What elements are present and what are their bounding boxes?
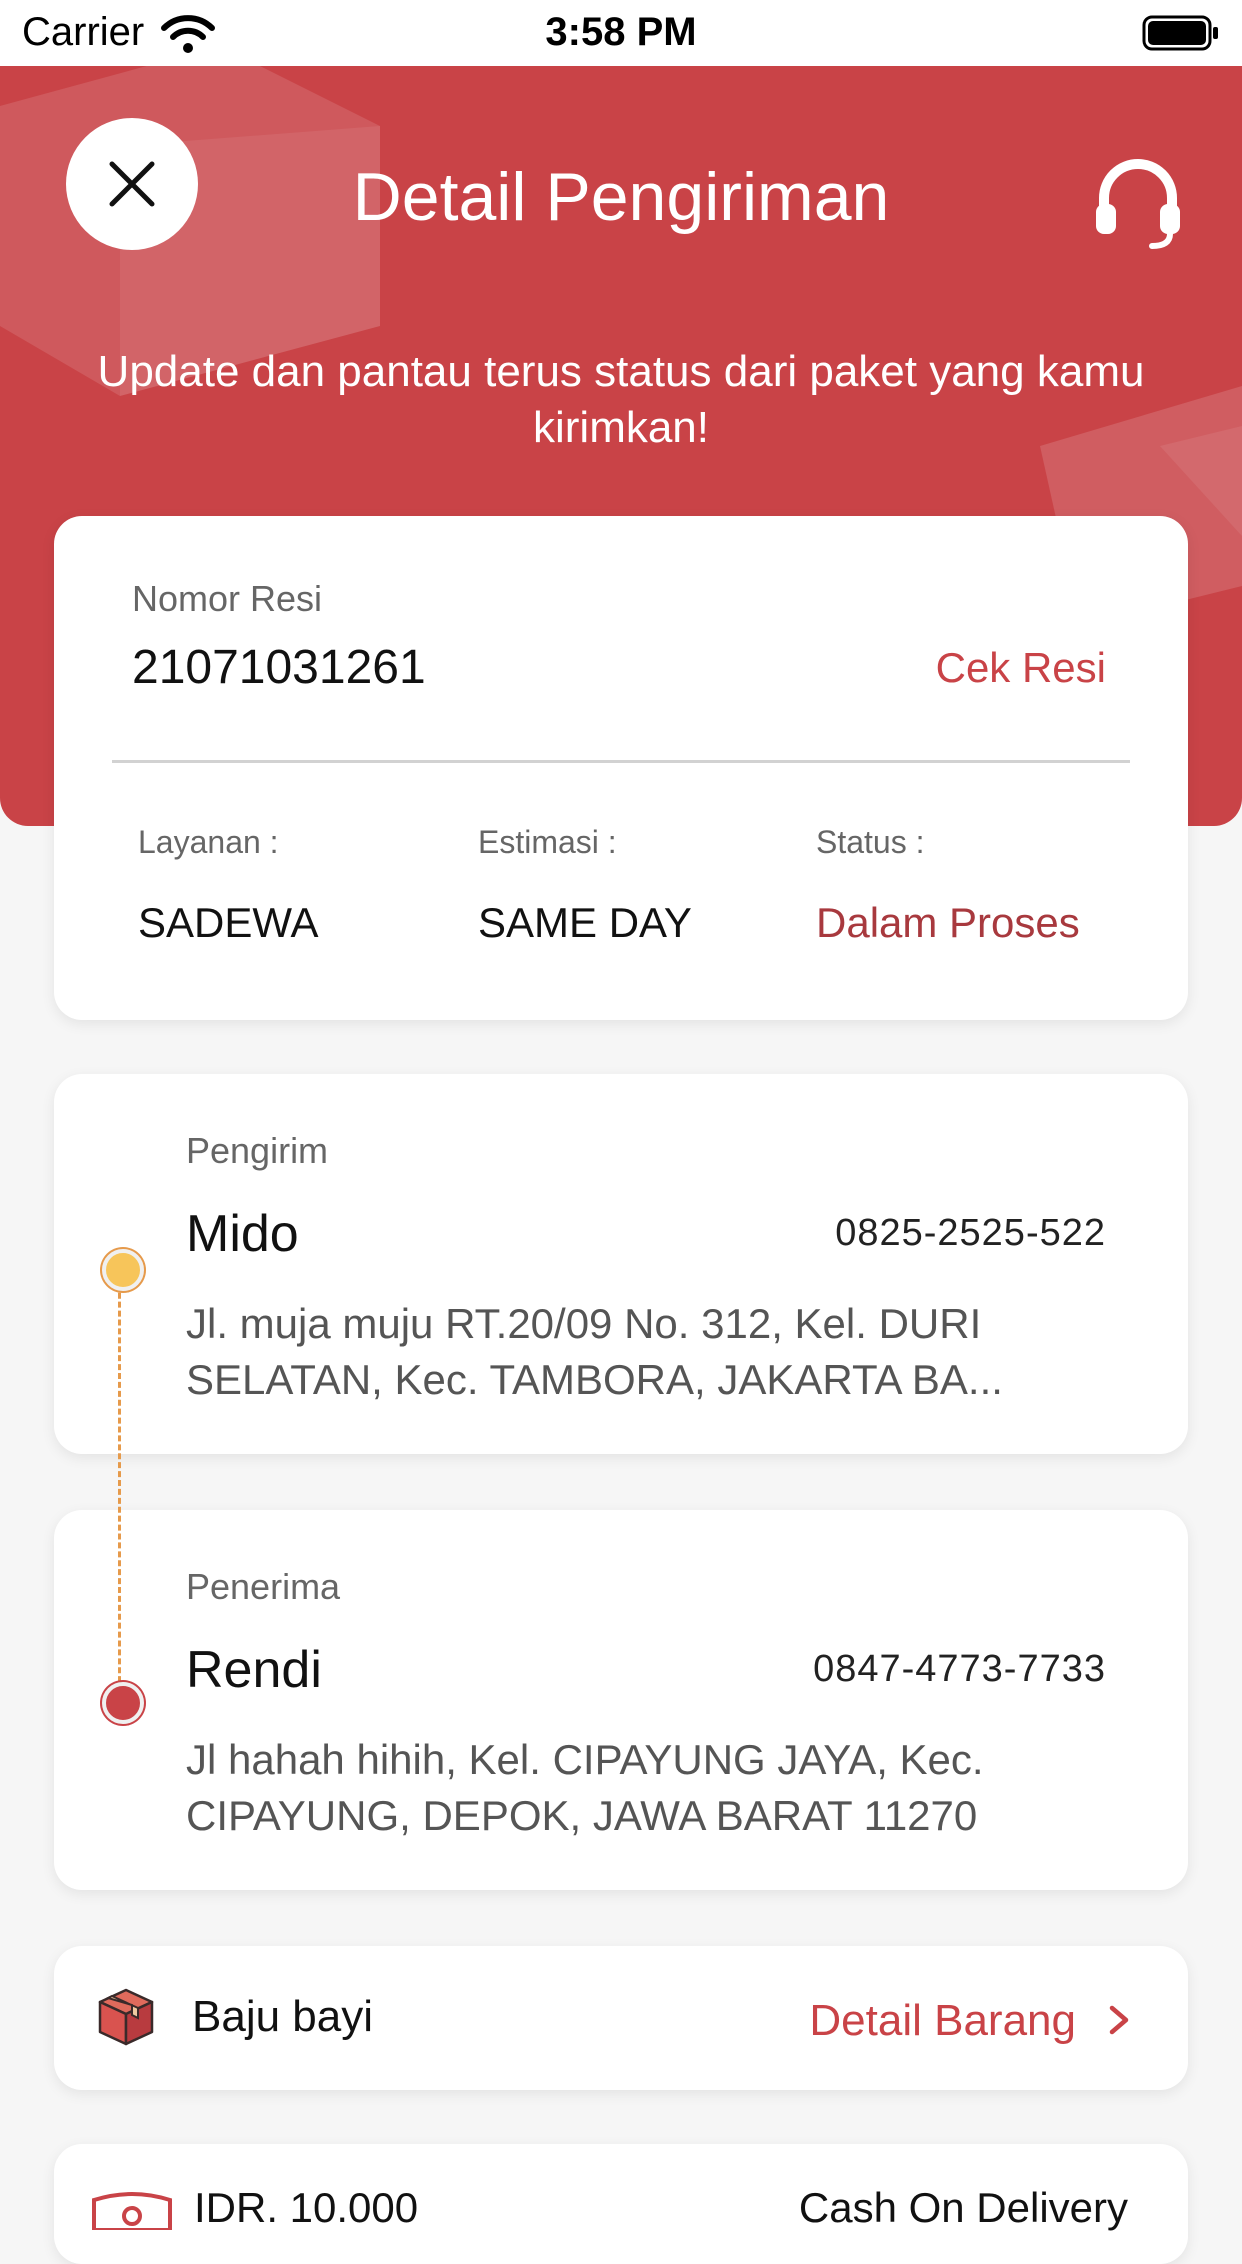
status-label: Status : bbox=[816, 824, 925, 860]
receiver-phone: 0847-4773-7733 bbox=[813, 1648, 1106, 1690]
cash-icon bbox=[92, 2192, 172, 2230]
resi-label: Nomor Resi bbox=[132, 578, 323, 619]
resi-number: 21071031261 bbox=[132, 641, 426, 694]
estimate-value: SAME DAY bbox=[478, 899, 692, 946]
sender-address: Jl. muja muju RT.20/09 No. 312, Kel. DUR… bbox=[186, 1300, 1003, 1403]
estimate-label: Estimasi : bbox=[478, 824, 617, 860]
sender-role: Pengirim bbox=[186, 1130, 329, 1171]
status-info: Status : Dalam Proses bbox=[816, 824, 1080, 947]
service-value: SADEWA bbox=[138, 899, 319, 946]
service-info: Layanan : SADEWA bbox=[138, 824, 318, 947]
receiver-card[interactable]: Penerima Rendi 0847-4773-7733 Jl hahah h… bbox=[54, 1510, 1188, 1890]
headset-icon[interactable] bbox=[1090, 154, 1186, 250]
route-timeline-line bbox=[118, 1266, 121, 1700]
item-name: Baju bayi bbox=[192, 1992, 374, 2041]
receiver-role: Penerima bbox=[186, 1566, 341, 1607]
sender-name: Mido bbox=[186, 1205, 299, 1263]
status-value: Dalam Proses bbox=[816, 899, 1080, 946]
page-title: Detail Pengiriman bbox=[352, 159, 890, 235]
service-label: Layanan : bbox=[138, 824, 279, 860]
payment-amount: IDR. 10.000 bbox=[194, 2184, 419, 2231]
divider bbox=[112, 760, 1130, 763]
clock: 3:58 PM bbox=[545, 10, 697, 54]
package-icon bbox=[98, 1988, 154, 2046]
chevron-right-icon[interactable] bbox=[1106, 2002, 1132, 2038]
battery-icon bbox=[1142, 15, 1218, 51]
item-card[interactable]: Baju bayi Detail Barang bbox=[54, 1946, 1188, 2090]
estimate-info: Estimasi : SAME DAY bbox=[478, 824, 692, 947]
receiver-dot-icon bbox=[102, 1682, 144, 1724]
header-subtitle: Update dan pantau terus status dari pake… bbox=[97, 347, 1145, 452]
resi-card: Nomor Resi 21071031261 Cek Resi Layanan … bbox=[54, 516, 1188, 1020]
detail-barang-link[interactable]: Detail Barang bbox=[809, 1996, 1076, 2046]
receiver-address: Jl hahah hihih, Kel. CIPAYUNG JAYA, Kec.… bbox=[186, 1736, 984, 1839]
sender-card[interactable]: Pengirim Mido 0825-2525-522 Jl. muja muj… bbox=[54, 1074, 1188, 1454]
payment-method: Cash On Delivery bbox=[798, 2184, 1128, 2231]
payment-card[interactable]: IDR. 10.000 Cash On Delivery bbox=[54, 2144, 1188, 2264]
cek-resi-link[interactable]: Cek Resi bbox=[936, 644, 1106, 692]
sender-phone: 0825-2525-522 bbox=[835, 1212, 1106, 1254]
status-bar: Carrier 3:58 PM bbox=[0, 0, 1242, 66]
sender-dot-icon bbox=[102, 1249, 144, 1291]
receiver-name: Rendi bbox=[186, 1641, 322, 1699]
